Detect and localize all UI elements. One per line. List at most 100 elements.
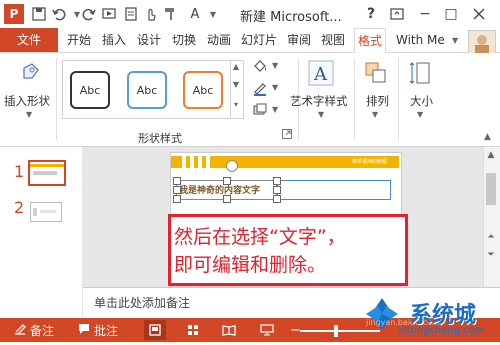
collapse-ribbon-icon[interactable]: ▲ [484,132,491,142]
shape-outline-dropdown-icon[interactable]: ▼ [272,83,278,92]
wordart-styles-label[interactable]: 艺术字样式 [290,93,348,109]
format-painter-icon[interactable] [162,5,180,23]
band-stripe [198,156,202,168]
textbox-frame[interactable] [276,180,391,200]
avatar[interactable] [468,30,496,54]
next-slide-icon[interactable]: ⏷ [485,250,497,260]
vertical-scrollbar[interactable] [483,147,500,287]
undo-icon[interactable] [50,5,68,23]
qat-customize-icon[interactable]: ▼ [204,5,222,23]
slide-header-tag: 简单易用的教程 [352,159,388,165]
gallery-up-icon[interactable]: ▲ [232,62,240,71]
shape-style-option-2[interactable]: Abc [127,71,167,109]
notes-placeholder[interactable]: 单击此处添加备注 [94,294,190,311]
save-icon[interactable] [30,5,48,23]
notes-icon [14,323,26,338]
tab-format[interactable]: 格式 [354,28,386,54]
slide-number-1: 1 [14,162,25,181]
divider [56,58,57,140]
tab-design[interactable]: 设计 [134,28,164,52]
slideshow-icon[interactable] [100,5,118,23]
comments-toggle-button[interactable]: 批注 [78,322,118,339]
notes-toggle-label: 备注 [30,324,55,338]
resize-handle[interactable] [173,186,181,194]
minimize-button[interactable]: − [414,4,436,24]
shape-effects-icon[interactable] [252,102,268,118]
tab-slideshow[interactable]: 幻灯片 [238,28,280,52]
resize-handle[interactable] [223,177,231,185]
font-color-button[interactable]: A [186,5,204,23]
scrollbar-thumb[interactable] [486,173,496,205]
arrange-dropdown-icon[interactable]: ▼ [372,110,378,119]
callout-line-1: 然后在选择“文字”， [174,226,346,248]
arrange-label[interactable]: 排列 [366,93,389,109]
tab-transitions[interactable]: 切换 [169,28,199,52]
normal-view-icon[interactable] [144,320,166,340]
shape-style-option-1[interactable]: Abc [70,71,110,109]
document-title: 新建 Microsoft... [240,10,342,25]
insert-shape-label[interactable]: 插入形状 [4,93,50,109]
resize-handle[interactable] [223,195,231,203]
tab-home[interactable]: 开始 [64,28,94,52]
shape-styles-group-label: 形状样式 [138,132,182,145]
shape-outline-icon[interactable] [252,80,268,96]
shape-fill-icon[interactable] [252,58,268,74]
shape-effects-dropdown-icon[interactable]: ▼ [272,105,278,114]
size-icon[interactable] [408,60,434,86]
insert-shape-dropdown-icon[interactable]: ▼ [26,110,32,119]
divider [398,58,399,140]
resize-handle[interactable] [273,186,281,194]
wordart-icon[interactable]: A [308,60,334,86]
resize-handle[interactable] [173,195,181,203]
band-stripe [182,156,186,168]
scroll-up-icon[interactable]: ▲ [485,150,497,160]
user-name[interactable]: With Me [396,28,445,52]
tab-view[interactable]: 视图 [318,28,348,52]
reading-view-icon[interactable] [218,320,240,340]
user-dropdown-icon[interactable]: ▼ [452,36,458,45]
slide-number-2: 2 [14,198,25,217]
zoom-slider-thumb[interactable] [334,325,338,337]
textbox-text[interactable]: 我是神奇的内容文字 [179,183,260,196]
rotate-handle[interactable] [226,160,238,172]
tab-animations[interactable]: 动画 [204,28,234,52]
tab-file[interactable]: 文件 [0,28,58,52]
powerpoint-logo-icon: P [4,4,24,24]
watermark-url: xitongcheng.com [398,325,485,336]
maximize-button[interactable]: □ [440,4,462,24]
slide-thumbnail-2[interactable] [30,202,62,222]
comments-toggle-label: 批注 [94,324,119,338]
redo-icon[interactable] [80,5,98,23]
tab-insert[interactable]: 插入 [99,28,129,52]
slideshow-view-icon[interactable] [256,320,278,340]
dialog-launcher-icon[interactable] [282,128,294,140]
close-icon[interactable] [468,4,490,24]
print-preview-icon[interactable] [122,5,140,23]
shape-style-option-3[interactable]: Abc [183,71,223,109]
gallery-more-icon[interactable]: ▾ [232,100,240,109]
previous-slide-icon[interactable]: ⏶ [485,232,497,242]
edit-shape-icon[interactable] [18,60,42,84]
comment-icon [78,323,90,338]
slide-thumbnail-1[interactable] [28,160,66,186]
divider [354,58,355,140]
shape-fill-dropdown-icon[interactable]: ▼ [272,61,278,70]
resize-handle[interactable] [273,195,281,203]
arrange-icon[interactable] [363,60,389,86]
band-stripe [206,156,210,168]
notes-toggle-button[interactable]: 备注 [14,322,54,339]
resize-handle[interactable] [273,177,281,185]
size-dropdown-icon[interactable]: ▼ [417,110,423,119]
band-stripe [190,156,194,168]
touch-mode-icon[interactable] [142,5,160,23]
svg-text:A: A [313,64,328,85]
help-button[interactable]: ? [360,4,382,24]
size-label[interactable]: 大小 [410,93,433,109]
slide-sorter-icon[interactable] [182,320,204,340]
callout-line-2: 即可编辑和删除。 [174,254,327,276]
gallery-down-icon[interactable]: ▼ [232,80,240,89]
tab-review[interactable]: 审阅 [284,28,314,52]
resize-handle[interactable] [173,177,181,185]
ribbon-display-options-icon[interactable] [386,4,408,24]
wordart-dropdown-icon[interactable]: ▼ [318,110,324,119]
